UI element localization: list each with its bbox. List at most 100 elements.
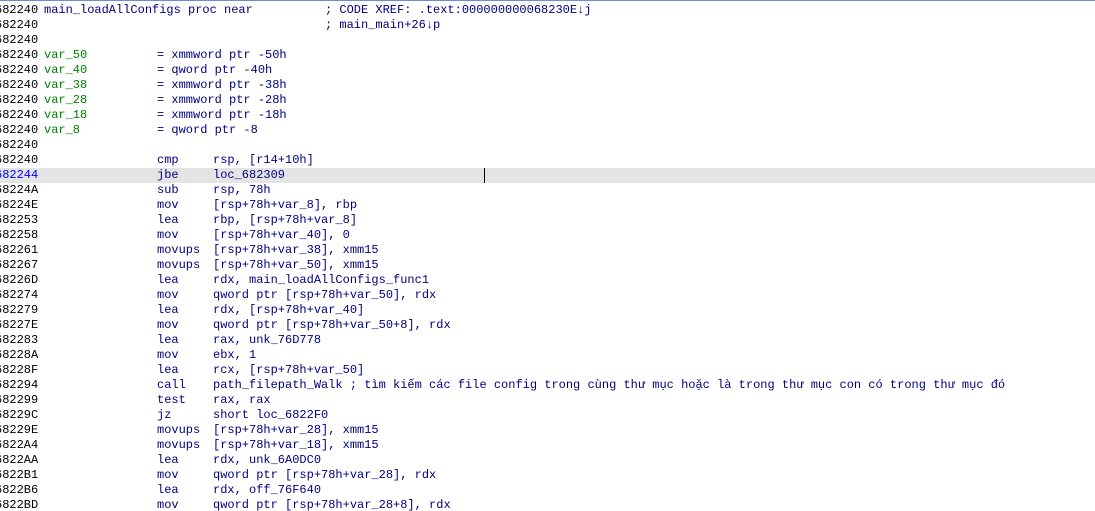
address: 682258: [0, 228, 39, 242]
address: 682240: [0, 18, 39, 32]
listing-line[interactable]: 682240 var_40 = qword ptr -40h: [0, 63, 1095, 78]
mnemonic: jz: [157, 408, 172, 422]
address: 682283: [0, 333, 39, 347]
mnemonic: mov: [157, 348, 179, 362]
stack-variable-name[interactable]: var_40: [44, 63, 87, 78]
xref-comment[interactable]: ; CODE XREF: .text:000000000068230E↓j: [325, 3, 591, 18]
listing-line[interactable]: 68228A mov ebx, 1: [0, 348, 1095, 363]
listing-line[interactable]: 68224E mov [rsp+78h+var_8], rbp: [0, 198, 1095, 213]
operands[interactable]: rcx, [rsp+78h+var_50]: [213, 363, 364, 378]
stack-variable-name[interactable]: var_38: [44, 78, 87, 93]
listing-line[interactable]: 682261 movups [rsp+78h+var_38], xmm15: [0, 243, 1095, 258]
operands[interactable]: rax, rax: [213, 393, 271, 408]
stack-variable-name[interactable]: var_18: [44, 108, 87, 123]
operands[interactable]: ebx, 1: [213, 348, 256, 363]
listing-line[interactable]: 68229C jz short loc_6822F0: [0, 408, 1095, 423]
procedure-name[interactable]: main_loadAllConfigs proc near: [44, 3, 253, 18]
mnemonic: call: [157, 378, 186, 392]
listing-line[interactable]: 682240: [0, 138, 1095, 153]
address: 682294: [0, 378, 39, 392]
mnemonic: lea: [157, 273, 179, 287]
address: 682240: [0, 153, 39, 167]
operands[interactable]: qword ptr [rsp+78h+var_28+8], rdx: [213, 498, 451, 511]
listing-line[interactable]: 6822B1 mov qword ptr [rsp+78h+var_28], rdx: [0, 468, 1095, 483]
mnemonic: lea: [157, 453, 179, 467]
operands[interactable]: short loc_6822F0: [213, 408, 328, 423]
address: 68228A: [0, 348, 39, 362]
operands[interactable]: rdx, unk_6A0DC0: [213, 453, 321, 468]
listing-line[interactable]: 682240 var_50 = xmmword ptr -50h: [0, 48, 1095, 63]
listing-line[interactable]: 682283 lea rax, unk_76D778: [0, 333, 1095, 348]
operands[interactable]: rdx, [rsp+78h+var_40]: [213, 303, 364, 318]
operands[interactable]: path_filepath_Walk ; tìm kiếm các file c…: [213, 378, 1005, 393]
text-cursor: [484, 168, 485, 183]
address: 682240: [0, 33, 39, 47]
address: 68228F: [0, 363, 39, 377]
operands[interactable]: rdx, main_loadAllConfigs_func1: [213, 273, 429, 288]
listing-line[interactable]: 6822AA lea rdx, unk_6A0DC0: [0, 453, 1095, 468]
listing-line[interactable]: 682240 var_38 = xmmword ptr -38h: [0, 78, 1095, 93]
stack-variable-name[interactable]: var_8: [44, 123, 80, 138]
address: 682240: [0, 108, 39, 122]
operands[interactable]: rax, unk_76D778: [213, 333, 321, 348]
operands[interactable]: [rsp+78h+var_38], xmm15: [213, 243, 379, 258]
listing-line[interactable]: 682267 movups [rsp+78h+var_50], xmm15: [0, 258, 1095, 273]
operands[interactable]: [rsp+78h+var_18], xmm15: [213, 438, 379, 453]
mnemonic: jbe: [157, 168, 179, 182]
listing-line[interactable]: 682279 lea rdx, [rsp+78h+var_40]: [0, 303, 1095, 318]
address: 682274: [0, 288, 39, 302]
variable-definition: = xmmword ptr -50h: [157, 48, 287, 62]
operands[interactable]: [rsp+78h+var_40], 0: [213, 228, 350, 243]
operands[interactable]: qword ptr [rsp+78h+var_28], rdx: [213, 468, 436, 483]
operands[interactable]: [rsp+78h+var_50], xmm15: [213, 258, 379, 273]
listing-line[interactable]: 682240 var_18 = xmmword ptr -18h: [0, 108, 1095, 123]
operands[interactable]: rdx, off_76F640: [213, 483, 321, 498]
operands[interactable]: qword ptr [rsp+78h+var_50], rdx: [213, 288, 436, 303]
mnemonic: sub: [157, 183, 179, 197]
address: 6822B6: [0, 483, 39, 497]
operands[interactable]: [rsp+78h+var_28], xmm15: [213, 423, 379, 438]
address: 682261: [0, 243, 39, 257]
listing-line[interactable]: 68226D lea rdx, main_loadAllConfigs_func1: [0, 273, 1095, 288]
stack-variable-name[interactable]: var_28: [44, 93, 87, 108]
listing-line[interactable]: 6822B6 lea rdx, off_76F640: [0, 483, 1095, 498]
listing-line[interactable]: 682258 mov [rsp+78h+var_40], 0: [0, 228, 1095, 243]
listing-line[interactable]: 682240 var_8 = qword ptr -8: [0, 123, 1095, 138]
listing-line[interactable]: 6822A4 movups [rsp+78h+var_18], xmm15: [0, 438, 1095, 453]
operands[interactable]: loc_682309: [213, 168, 285, 183]
operands[interactable]: rbp, [rsp+78h+var_8]: [213, 213, 357, 228]
listing-line[interactable]: 682240 ; main_main+26↓p: [0, 18, 1095, 33]
mnemonic: movups: [157, 438, 201, 452]
operands[interactable]: rsp, [r14+10h]: [213, 153, 314, 168]
operands[interactable]: rsp, 78h: [213, 183, 271, 198]
mnemonic: lea: [157, 303, 179, 317]
stack-variable-name[interactable]: var_50: [44, 48, 87, 63]
mnemonic: movups: [157, 243, 201, 257]
listing-line[interactable]: 68228F lea rcx, [rsp+78h+var_50]: [0, 363, 1095, 378]
listing-line[interactable]: 682240 cmp rsp, [r14+10h]: [0, 153, 1095, 168]
disassembly-view[interactable]: 682240 main_loadAllConfigs proc near ; COD…: [0, 0, 1095, 511]
listing-line[interactable]: 68227E mov qword ptr [rsp+78h+var_50+8], r…: [0, 318, 1095, 333]
listing-line[interactable]: 68224A sub rsp, 78h: [0, 183, 1095, 198]
listing-line[interactable]: 68229E movups [rsp+78h+var_28], xmm15: [0, 423, 1095, 438]
address: 682240: [0, 63, 39, 77]
address: 682240: [0, 93, 39, 107]
address: 6822A4: [0, 438, 39, 452]
listing-line[interactable]: 682240: [0, 33, 1095, 48]
listing-line[interactable]: 682244 jbe loc_682309: [0, 168, 1095, 183]
operands[interactable]: [rsp+78h+var_8], rbp: [213, 198, 357, 213]
listing-line[interactable]: 682240 var_28 = xmmword ptr -28h: [0, 93, 1095, 108]
xref-comment[interactable]: ; main_main+26↓p: [325, 18, 440, 33]
address: 682279: [0, 303, 39, 317]
listing-line[interactable]: 682253 lea rbp, [rsp+78h+var_8]: [0, 213, 1095, 228]
listing-line[interactable]: 682240 main_loadAllConfigs proc near ; COD…: [0, 3, 1095, 18]
address: 68226D: [0, 273, 39, 287]
mnemonic: mov: [157, 468, 179, 482]
listing-line[interactable]: 682294 call path_filepath_Walk ; tìm kiếm …: [0, 378, 1095, 393]
listing-line[interactable]: 682299 test rax, rax: [0, 393, 1095, 408]
listing-line[interactable]: 6822BD mov qword ptr [rsp+78h+var_28+8], r…: [0, 498, 1095, 511]
listing-line[interactable]: 682274 mov qword ptr [rsp+78h+var_50], rdx: [0, 288, 1095, 303]
variable-definition: = qword ptr -40h: [157, 63, 273, 77]
address: 682267: [0, 258, 39, 272]
operands[interactable]: qword ptr [rsp+78h+var_50+8], rdx: [213, 318, 451, 333]
